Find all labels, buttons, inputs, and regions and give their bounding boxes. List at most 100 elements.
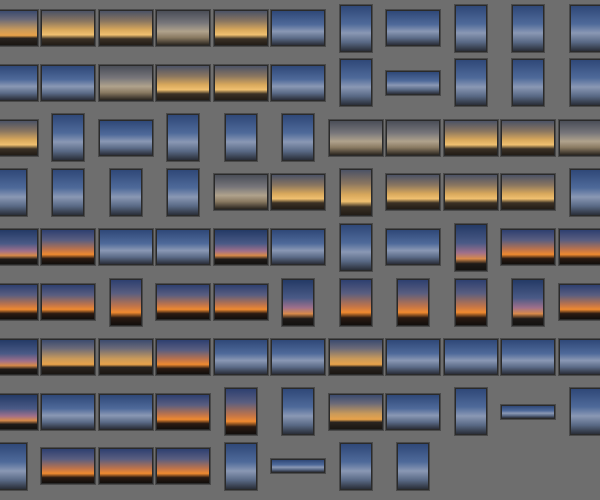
- grid-cell[interactable]: [269, 220, 327, 275]
- photo-thumbnail[interactable]: [386, 10, 440, 46]
- grid-cell[interactable]: [442, 110, 500, 165]
- photo-thumbnail[interactable]: [443, 119, 498, 156]
- photo-thumbnail[interactable]: [41, 393, 95, 430]
- photo-thumbnail[interactable]: [328, 393, 383, 430]
- photo-thumbnail[interactable]: [282, 278, 314, 326]
- photo-thumbnail[interactable]: [512, 278, 544, 326]
- photo-thumbnail[interactable]: [213, 10, 268, 46]
- grid-cell[interactable]: [442, 384, 500, 439]
- grid-cell[interactable]: [97, 439, 155, 494]
- grid-cell[interactable]: [39, 384, 97, 439]
- photo-thumbnail[interactable]: [501, 174, 555, 211]
- photo-thumbnail[interactable]: [501, 404, 555, 419]
- photo-thumbnail[interactable]: [501, 229, 555, 266]
- photo-thumbnail[interactable]: [156, 393, 210, 430]
- grid-cell[interactable]: [327, 1, 385, 56]
- photo-thumbnail[interactable]: [339, 4, 372, 52]
- photo-thumbnail[interactable]: [224, 442, 257, 490]
- grid-cell[interactable]: [97, 384, 155, 439]
- photo-thumbnail[interactable]: [156, 64, 210, 101]
- photo-thumbnail[interactable]: [52, 114, 84, 162]
- photo-thumbnail[interactable]: [0, 229, 38, 266]
- photo-thumbnail[interactable]: [41, 10, 95, 46]
- grid-cell[interactable]: [39, 329, 97, 384]
- photo-thumbnail[interactable]: [271, 64, 325, 101]
- photo-thumbnail[interactable]: [386, 229, 440, 266]
- photo-thumbnail[interactable]: [167, 114, 199, 162]
- photo-thumbnail[interactable]: [98, 338, 153, 375]
- photo-thumbnail[interactable]: [41, 284, 95, 320]
- photo-thumbnail[interactable]: [271, 229, 325, 266]
- grid-cell[interactable]: [97, 110, 155, 165]
- grid-cell[interactable]: [557, 275, 600, 330]
- photo-thumbnail[interactable]: [224, 388, 257, 436]
- grid-cell[interactable]: [0, 384, 39, 439]
- grid-cell[interactable]: [0, 329, 39, 384]
- grid-cell[interactable]: [499, 165, 557, 220]
- photo-thumbnail[interactable]: [167, 168, 199, 216]
- photo-thumbnail[interactable]: [52, 168, 84, 216]
- grid-cell[interactable]: [327, 275, 385, 330]
- grid-cell[interactable]: [384, 55, 442, 110]
- photo-thumbnail[interactable]: [328, 119, 383, 156]
- grid-cell[interactable]: [39, 275, 97, 330]
- grid-cell[interactable]: [39, 55, 97, 110]
- photo-thumbnail[interactable]: [339, 59, 372, 107]
- grid-cell[interactable]: [327, 220, 385, 275]
- photo-thumbnail[interactable]: [156, 10, 210, 46]
- photo-thumbnail[interactable]: [454, 59, 487, 107]
- grid-cell[interactable]: [97, 329, 155, 384]
- grid-cell[interactable]: [154, 275, 212, 330]
- grid-cell[interactable]: [269, 110, 327, 165]
- photo-thumbnail[interactable]: [0, 64, 38, 101]
- photo-thumbnail[interactable]: [397, 278, 429, 326]
- grid-cell[interactable]: [327, 384, 385, 439]
- photo-thumbnail[interactable]: [454, 4, 487, 52]
- grid-cell[interactable]: [442, 275, 500, 330]
- photo-thumbnail[interactable]: [386, 119, 440, 156]
- grid-cell[interactable]: [212, 1, 270, 56]
- photo-thumbnail[interactable]: [454, 223, 487, 271]
- grid-cell[interactable]: [212, 165, 270, 220]
- grid-cell[interactable]: [269, 1, 327, 56]
- photo-thumbnail[interactable]: [98, 64, 153, 101]
- photo-thumbnail[interactable]: [213, 174, 268, 211]
- grid-cell[interactable]: [384, 110, 442, 165]
- photo-thumbnail[interactable]: [386, 70, 440, 95]
- grid-cell[interactable]: [154, 220, 212, 275]
- photo-thumbnail[interactable]: [156, 448, 210, 485]
- grid-cell[interactable]: [442, 165, 500, 220]
- photo-thumbnail[interactable]: [501, 119, 555, 156]
- grid-cell[interactable]: [154, 439, 212, 494]
- grid-cell[interactable]: [499, 55, 557, 110]
- photo-thumbnail[interactable]: [558, 229, 600, 266]
- grid-cell[interactable]: [557, 220, 600, 275]
- grid-cell[interactable]: [327, 329, 385, 384]
- photo-thumbnail[interactable]: [0, 119, 38, 156]
- grid-cell[interactable]: [39, 1, 97, 56]
- grid-cell[interactable]: [212, 220, 270, 275]
- photo-thumbnail[interactable]: [558, 119, 600, 156]
- photo-thumbnail[interactable]: [569, 4, 600, 52]
- photo-thumbnail[interactable]: [339, 223, 372, 271]
- grid-cell[interactable]: [269, 55, 327, 110]
- photo-thumbnail[interactable]: [454, 388, 487, 436]
- grid-cell[interactable]: [499, 220, 557, 275]
- grid-cell[interactable]: [384, 439, 442, 494]
- photo-thumbnail[interactable]: [271, 338, 325, 375]
- photo-thumbnail[interactable]: [0, 284, 38, 320]
- grid-cell[interactable]: [0, 275, 39, 330]
- photo-thumbnail[interactable]: [213, 284, 268, 320]
- photo-thumbnail[interactable]: [569, 388, 600, 436]
- photo-thumbnail[interactable]: [0, 168, 27, 216]
- grid-cell[interactable]: [0, 1, 39, 56]
- photo-thumbnail[interactable]: [0, 393, 38, 430]
- grid-cell[interactable]: [499, 384, 557, 439]
- photo-thumbnail[interactable]: [213, 229, 268, 266]
- photo-thumbnail[interactable]: [156, 284, 210, 320]
- photo-thumbnail[interactable]: [271, 459, 325, 474]
- photo-thumbnail[interactable]: [558, 284, 600, 320]
- grid-cell[interactable]: [39, 110, 97, 165]
- photo-thumbnail[interactable]: [41, 338, 95, 375]
- photo-thumbnail[interactable]: [109, 168, 142, 216]
